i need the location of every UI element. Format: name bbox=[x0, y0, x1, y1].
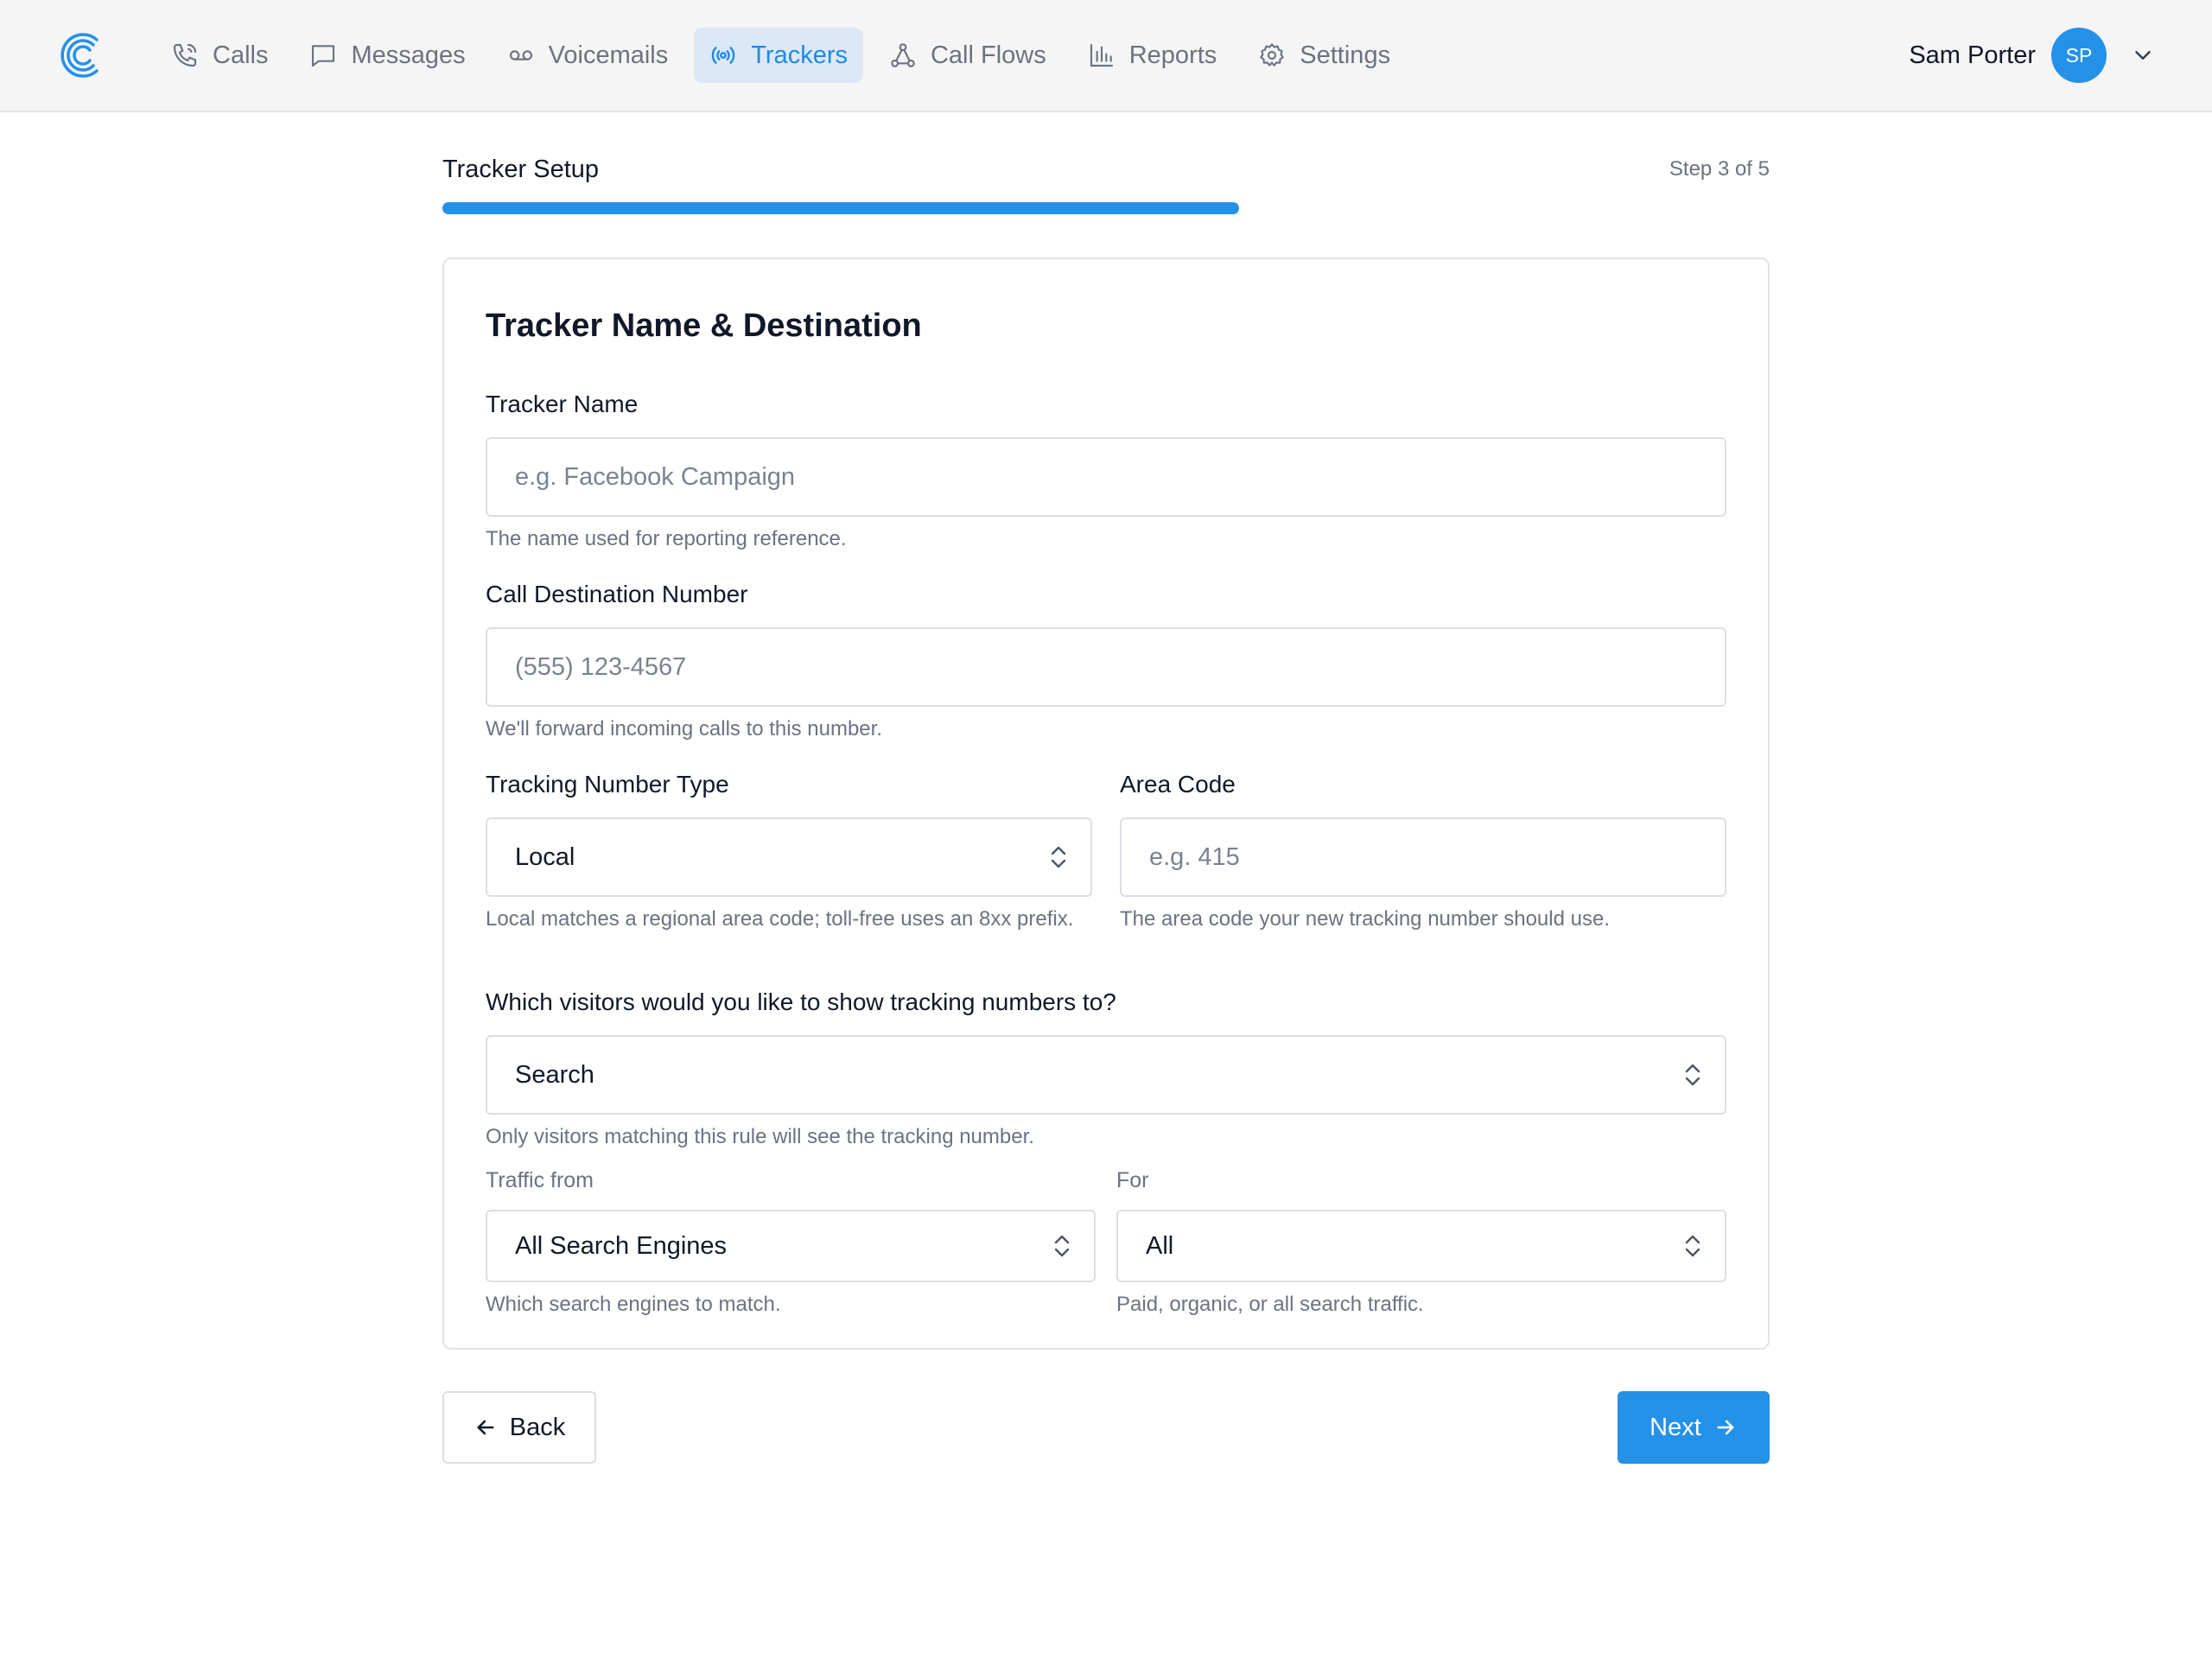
area-code-help: The area code your new tracking number s… bbox=[1120, 907, 1610, 931]
number-type-field: Tracking Number Type Local Local matches… bbox=[486, 767, 1092, 933]
tracker-name-label: Tracker Name bbox=[486, 391, 639, 417]
select-arrows-icon bbox=[1685, 1235, 1700, 1257]
nav-item-calls[interactable]: Calls bbox=[156, 28, 283, 83]
user-name: Sam Porter bbox=[1909, 41, 2036, 69]
call-flows-icon bbox=[889, 41, 917, 69]
main-nav: Calls Messages Voicemails Trackers Call … bbox=[156, 0, 1416, 111]
tracker-name-help: The name used for reporting reference. bbox=[486, 527, 847, 550]
for-value: All bbox=[1146, 1231, 1174, 1260]
nav-item-call-flows[interactable]: Call Flows bbox=[874, 28, 1062, 83]
nav-item-trackers[interactable]: Trackers bbox=[694, 28, 863, 83]
visitors-label: Which visitors would you like to show tr… bbox=[486, 988, 1116, 1015]
gear-icon bbox=[1258, 41, 1286, 69]
user-menu[interactable]: Sam Porter SP bbox=[1909, 0, 2158, 111]
next-button[interactable]: Next bbox=[1618, 1391, 1770, 1464]
for-label: For bbox=[1116, 1168, 1149, 1192]
wizard-header: Tracker Setup Step 3 of 5 bbox=[442, 112, 1770, 183]
destination-input-box bbox=[486, 627, 1726, 707]
nav-item-reports[interactable]: Reports bbox=[1072, 28, 1233, 83]
nav-item-messages[interactable]: Messages bbox=[294, 28, 480, 83]
area-code-input[interactable] bbox=[1149, 819, 1697, 895]
select-arrows-icon bbox=[1685, 1064, 1700, 1086]
phone-icon bbox=[171, 41, 199, 69]
voicemail-icon bbox=[507, 41, 535, 69]
number-type-help: Local matches a regional area code; toll… bbox=[486, 907, 1074, 931]
destination-field: Call Destination Number We'll forward in… bbox=[486, 577, 1726, 743]
nav-item-voicemails[interactable]: Voicemails bbox=[492, 28, 684, 83]
nav-item-label: Voicemails bbox=[548, 41, 669, 69]
brand-logo-icon[interactable] bbox=[59, 31, 104, 79]
form-title: Tracker Name & Destination bbox=[486, 308, 922, 344]
tracker-setup-wizard: Tracker Setup Step 3 of 5 Tracker Name &… bbox=[442, 112, 1770, 1464]
traffic-from-value: All Search Engines bbox=[515, 1231, 728, 1260]
tracker-name-input-box bbox=[486, 437, 1726, 517]
for-field: For All Paid, organic, or all search tra… bbox=[1116, 1163, 1726, 1319]
tracker-name-field: Tracker Name The name used for reporting… bbox=[486, 387, 1726, 553]
wizard-progress-bar bbox=[442, 202, 1770, 214]
select-arrows-icon bbox=[1054, 1235, 1070, 1257]
tracker-name-input[interactable] bbox=[515, 439, 1697, 515]
visitors-select[interactable]: Search bbox=[486, 1035, 1726, 1115]
reports-icon bbox=[1088, 41, 1116, 69]
form-card: Tracker Name & Destination Tracker Name … bbox=[442, 257, 1770, 1350]
nav-item-label: Reports bbox=[1128, 41, 1217, 69]
destination-number-input[interactable] bbox=[515, 629, 1697, 705]
top-navigation-bar: Calls Messages Voicemails Trackers Call … bbox=[0, 0, 2212, 112]
number-type-value: Local bbox=[515, 842, 575, 871]
progress-fill bbox=[442, 202, 1239, 214]
arrow-left-icon bbox=[474, 1415, 498, 1440]
destination-label: Call Destination Number bbox=[486, 581, 748, 607]
next-button-label: Next bbox=[1649, 1413, 1701, 1441]
nav-item-label: Call Flows bbox=[930, 41, 1046, 69]
message-icon bbox=[309, 41, 337, 69]
number-type-label: Tracking Number Type bbox=[486, 771, 729, 798]
back-button-label: Back bbox=[509, 1413, 566, 1441]
chevron-down-icon[interactable] bbox=[2127, 40, 2158, 71]
visitors-value: Search bbox=[515, 1060, 594, 1089]
visitors-field: Which visitors would you like to show tr… bbox=[486, 985, 1726, 1151]
step-indicator: Step 3 of 5 bbox=[1669, 157, 1770, 181]
back-button[interactable]: Back bbox=[442, 1391, 596, 1464]
number-type-select[interactable]: Local bbox=[486, 817, 1092, 897]
select-arrows-icon bbox=[1051, 846, 1066, 868]
nav-item-label: Settings bbox=[1300, 41, 1391, 69]
arrow-right-icon bbox=[1713, 1415, 1738, 1440]
wizard-title: Tracker Setup bbox=[442, 156, 600, 183]
traffic-from-help: Which search engines to match. bbox=[486, 1293, 781, 1316]
traffic-from-label: Traffic from bbox=[486, 1168, 594, 1192]
area-code-field: Area Code The area code your new trackin… bbox=[1120, 767, 1726, 933]
nav-item-label: Trackers bbox=[751, 41, 848, 69]
nav-item-label: Calls bbox=[213, 41, 269, 69]
avatar[interactable]: SP bbox=[2051, 28, 2107, 83]
for-select[interactable]: All bbox=[1116, 1210, 1726, 1282]
for-help: Paid, organic, or all search traffic. bbox=[1116, 1293, 1424, 1316]
nav-item-settings[interactable]: Settings bbox=[1243, 28, 1406, 83]
area-code-input-box bbox=[1120, 817, 1726, 897]
tracker-icon bbox=[709, 41, 737, 69]
visitors-help: Only visitors matching this rule will se… bbox=[486, 1125, 1034, 1148]
traffic-from-select[interactable]: All Search Engines bbox=[486, 1210, 1096, 1282]
traffic-from-field: Traffic from All Search Engines Which se… bbox=[486, 1163, 1096, 1319]
area-code-label: Area Code bbox=[1120, 771, 1236, 798]
destination-help: We'll forward incoming calls to this num… bbox=[486, 717, 882, 741]
nav-item-label: Messages bbox=[351, 41, 466, 69]
